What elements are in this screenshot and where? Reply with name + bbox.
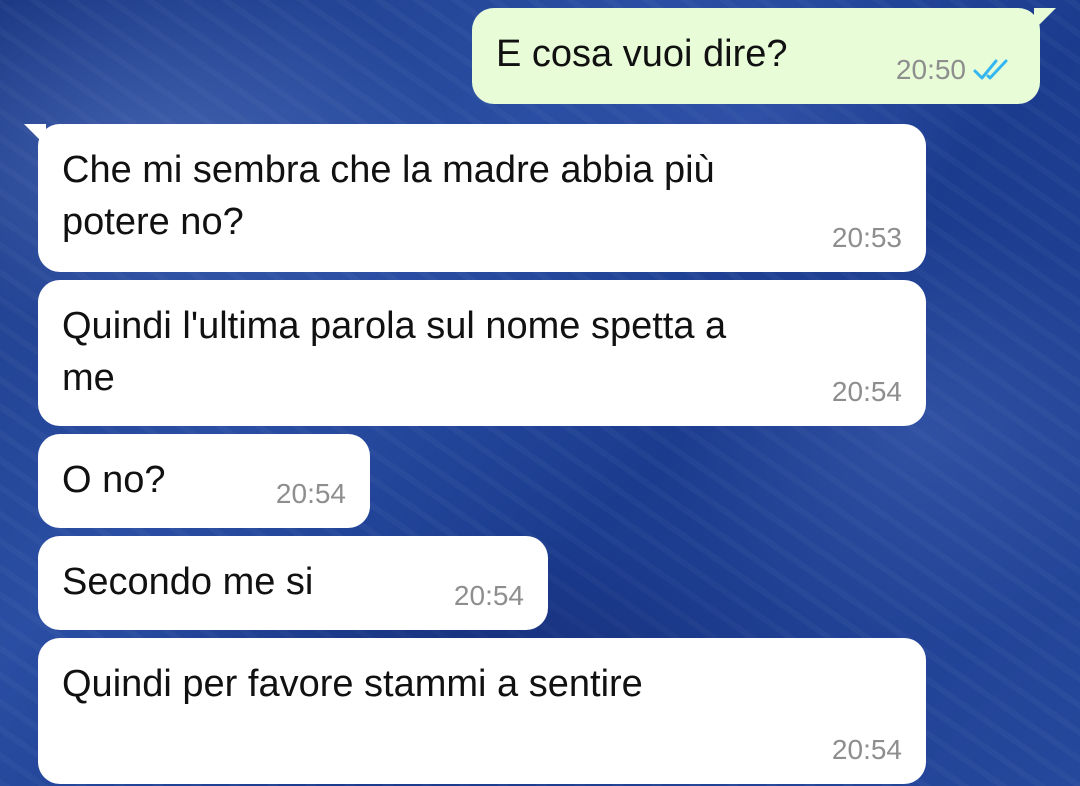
message-time: 20:54 — [831, 734, 902, 765]
message-time: 20:50 — [895, 54, 966, 85]
message-bubble-incoming[interactable]: Quindi per favore stammi a sentire 20:54 — [38, 638, 926, 784]
bubble-tail — [24, 124, 46, 146]
bubble-tail — [1034, 8, 1056, 30]
message-meta: 20:53 — [832, 222, 902, 254]
message-time: 20:53 — [831, 222, 902, 253]
message-bubble-incoming[interactable]: Che mi sembra che la madre abbia più pot… — [24, 124, 926, 272]
message-bubble-incoming[interactable]: O no? 20:54 — [38, 434, 370, 528]
message-time: 20:54 — [275, 478, 346, 509]
message-meta: 20:54 — [454, 580, 524, 612]
message-bubble-outgoing[interactable]: E cosa vuoi dire? 20:50 — [472, 8, 1056, 104]
message-meta: 20:50 — [896, 54, 1016, 86]
message-bubble-incoming[interactable]: Quindi l'ultima parola sul nome spetta a… — [38, 280, 926, 426]
message-time: 20:54 — [453, 580, 524, 611]
message-meta: 20:54 — [276, 478, 346, 510]
message-text: Quindi l'ultima parola sul nome spetta a… — [62, 305, 727, 399]
message-meta: 20:54 — [832, 734, 902, 766]
message-text: Quindi per favore stammi a sentire — [62, 663, 643, 705]
message-bubble-incoming[interactable]: Secondo me si 20:54 — [38, 536, 548, 630]
message-time: 20:54 — [831, 376, 902, 407]
double-check-icon — [973, 59, 1008, 80]
message-meta: 20:54 — [832, 376, 902, 408]
message-text: Che mi sembra che la madre abbia più pot… — [62, 149, 715, 243]
